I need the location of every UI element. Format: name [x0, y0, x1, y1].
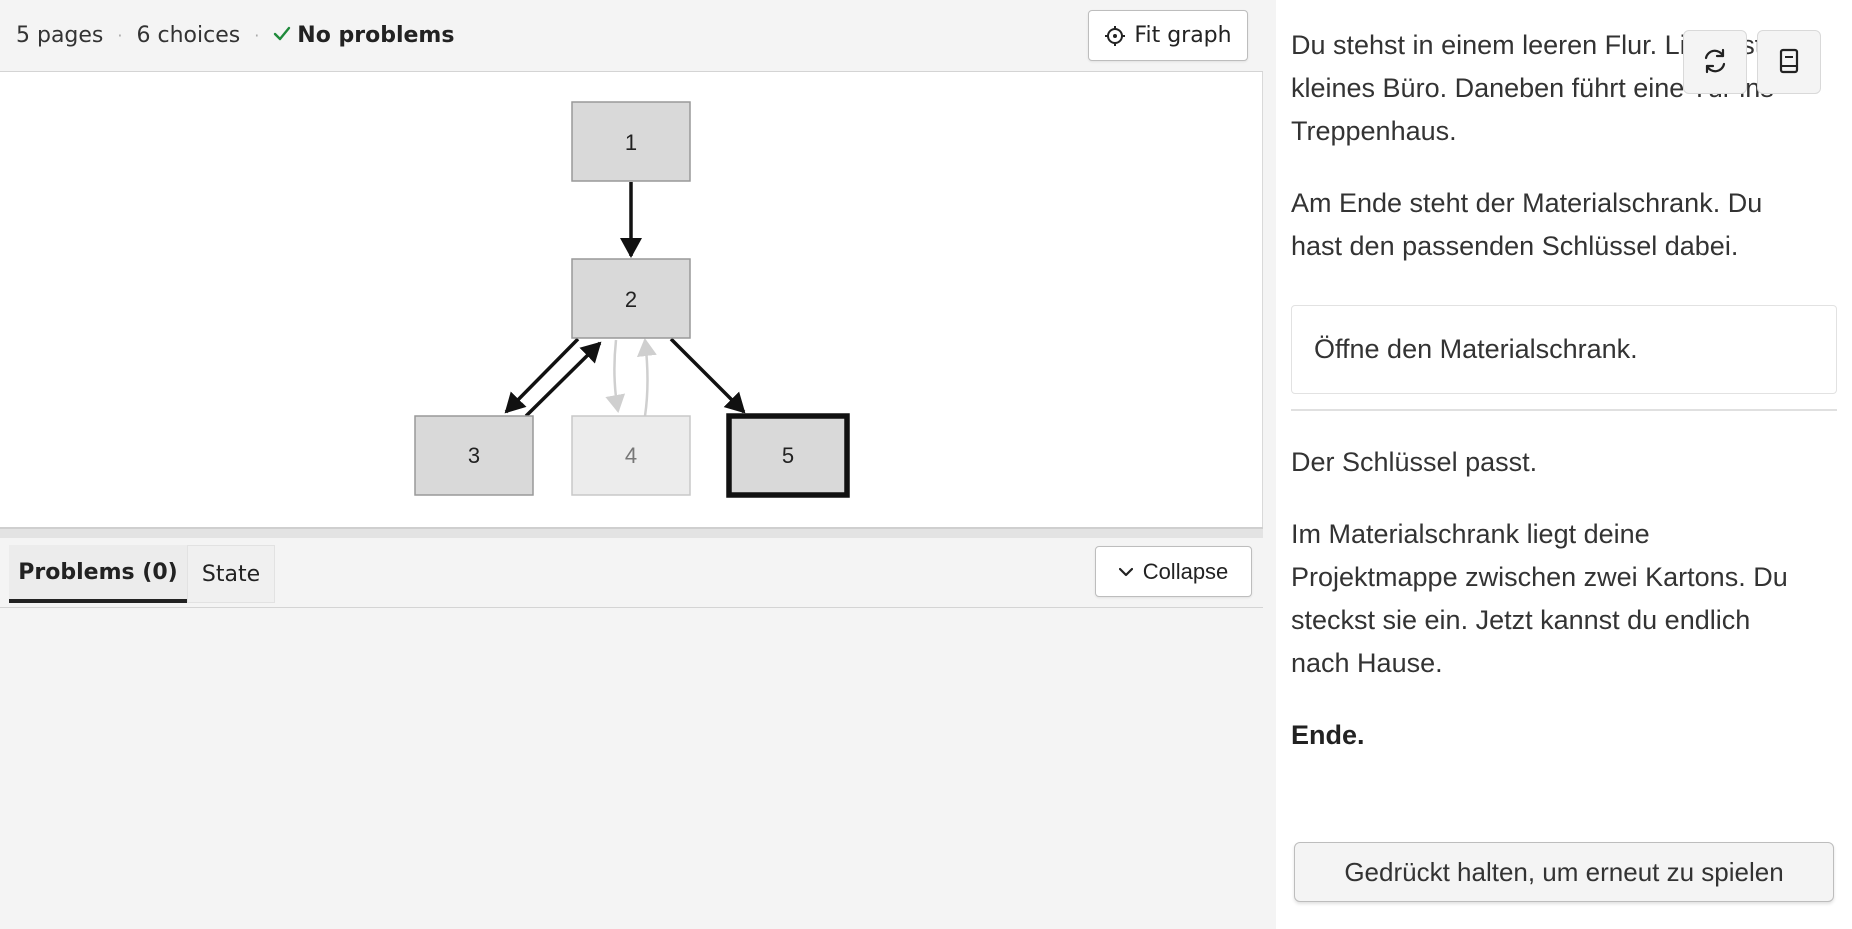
page-count: 5 pages [16, 23, 104, 48]
story-paragraph: Der Schlüssel passt. [1291, 447, 1538, 477]
chosen-option: Öffne den Materialschrank. [1291, 305, 1837, 394]
story-divider [1291, 409, 1837, 411]
replay-button[interactable]: Gedrückt halten, um erneut zu spielen [1294, 842, 1834, 902]
node-label: 2 [625, 287, 637, 312]
graph-node-4[interactable]: 4 [571, 415, 691, 496]
check-icon [273, 23, 291, 48]
tab-problems[interactable]: Problems (0) [9, 545, 187, 603]
graph-canvas: 1 2 3 4 5 [414, 101, 850, 498]
graph-node-1[interactable]: 1 [571, 101, 691, 182]
choice-label: Öffne den Materialschrank. [1314, 334, 1638, 364]
crosshair-icon [1104, 25, 1126, 47]
story-preview[interactable]: Du stehst in einem leeren Flur. Links is… [1276, 0, 1852, 929]
problems-panel [0, 608, 1263, 929]
stats-separator: · [254, 26, 260, 45]
panel-resize-handle[interactable] [0, 527, 1263, 538]
collapse-label: Collapse [1142, 558, 1229, 584]
book-icon [1776, 47, 1802, 78]
restart-button[interactable] [1683, 30, 1747, 94]
node-label: 1 [625, 130, 637, 155]
fit-graph-button[interactable]: Fit graph [1088, 10, 1248, 61]
graph-edge [636, 338, 657, 417]
graph-edge [605, 339, 626, 413]
fit-graph-label: Fit graph [1134, 23, 1232, 48]
tab-state[interactable]: State [187, 545, 275, 603]
story-graph[interactable]: 1 2 3 4 5 [0, 72, 1263, 527]
node-label: 3 [468, 443, 480, 468]
graph-node-2[interactable]: 2 [571, 258, 691, 339]
node-label: 4 [625, 443, 637, 468]
status-text: No problems [297, 23, 455, 48]
graph-edge [669, 337, 746, 414]
story-paragraph: Am Ende steht der Materialschrank. Du ha… [1291, 188, 1763, 261]
bottom-panel-tabs: Problems (0) State Collapse [0, 538, 1263, 608]
node-label: 5 [782, 443, 794, 468]
graph-node-3[interactable]: 3 [414, 415, 534, 496]
story-ending: Ende. [1291, 720, 1365, 750]
choice-count: 6 choices [136, 23, 241, 48]
refresh-icon [1701, 47, 1729, 78]
graph-node-5[interactable]: 5 [726, 413, 850, 498]
graph-stats-bar: 5 pages · 6 choices · No problems [0, 0, 1263, 72]
stats-separator: · [117, 26, 123, 45]
story-paragraph: Im Materialschrank liegt deine Projektma… [1291, 519, 1788, 678]
chevron-down-icon [1118, 567, 1133, 577]
details-button[interactable] [1757, 30, 1821, 94]
editor-pane: 5 pages · 6 choices · No problems Fit gr… [0, 0, 1263, 929]
collapse-button[interactable]: Collapse [1095, 546, 1252, 597]
